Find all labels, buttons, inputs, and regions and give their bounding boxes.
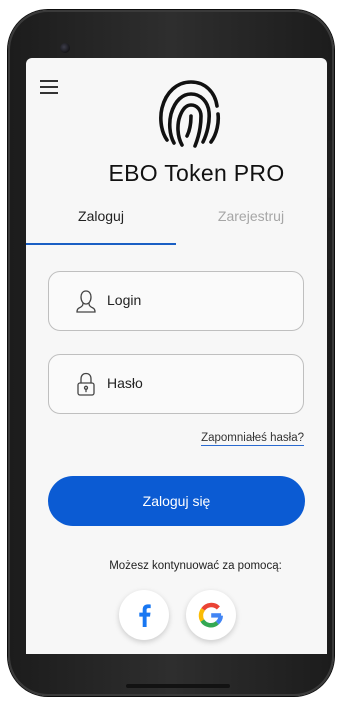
google-icon bbox=[198, 602, 223, 628]
google-login-button[interactable] bbox=[186, 590, 236, 640]
facebook-login-button[interactable] bbox=[119, 590, 169, 640]
tab-register[interactable]: Zarejestruj bbox=[176, 208, 326, 244]
active-tab-indicator bbox=[26, 243, 176, 245]
login-button[interactable]: Zaloguj się bbox=[48, 476, 305, 526]
volume-button bbox=[328, 230, 332, 270]
tab-login[interactable]: Zaloguj bbox=[26, 208, 176, 244]
continue-with-label: Możesz kontynuować za pomocą: bbox=[109, 560, 282, 572]
front-camera bbox=[60, 43, 70, 53]
auth-tabs: Zaloguj Zarejestruj bbox=[26, 208, 327, 244]
hamburger-menu-icon[interactable] bbox=[40, 80, 58, 94]
app-title: EBO Token PRO bbox=[108, 160, 285, 186]
app-screen: EBO Token PRO Zaloguj Zarejestruj Login … bbox=[26, 58, 327, 654]
lock-icon bbox=[77, 372, 95, 396]
forgot-password-link[interactable]: Zapomniałeś hasła? bbox=[201, 432, 304, 446]
password-input[interactable]: Hasło bbox=[48, 354, 304, 414]
user-icon bbox=[76, 290, 96, 313]
login-placeholder: Login bbox=[107, 292, 142, 308]
fingerprint-icon bbox=[159, 80, 221, 148]
bottom-speaker bbox=[126, 684, 230, 688]
power-button bbox=[328, 140, 332, 198]
password-placeholder: Hasło bbox=[107, 375, 143, 391]
facebook-icon bbox=[139, 604, 151, 627]
login-input[interactable]: Login bbox=[48, 271, 304, 331]
